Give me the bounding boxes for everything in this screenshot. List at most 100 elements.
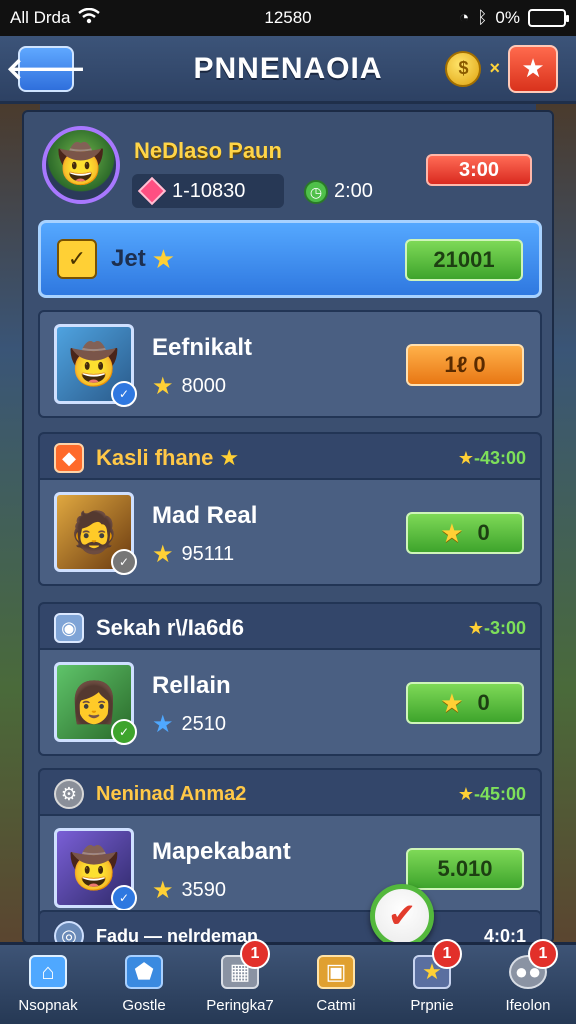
star-icon: ★ xyxy=(152,373,174,400)
main-panel[interactable]: 🤠 NeDlaso Paun 1-10830 ◷ 2:00 3:00 ✓ Jet… xyxy=(22,110,554,944)
gem-counter: 1-10830 xyxy=(132,174,284,208)
compass-icon: ◎ xyxy=(54,921,84,942)
profile-header: 🤠 NeDlaso Paun 1-10830 ◷ 2:00 3:00 xyxy=(38,122,542,217)
favorite-button[interactable]: ★ xyxy=(508,44,558,93)
jet-value-button[interactable]: 21001 xyxy=(405,239,523,281)
nav-item-gostle[interactable]: ⬟ Gostle xyxy=(96,945,192,1024)
back-button[interactable]: 🡐 xyxy=(6,45,86,92)
shield-icon: ◆ xyxy=(54,443,84,473)
level-badge: ✓ xyxy=(111,885,137,911)
timer-badge[interactable]: 3:00 xyxy=(426,154,532,186)
star-icon: ★ xyxy=(521,53,545,83)
section-label: Neninad Anma2 xyxy=(96,782,247,805)
notification-badge: 1 xyxy=(432,939,462,969)
nav-label: Catmi xyxy=(316,997,356,1014)
clock-icon: ◷ xyxy=(304,180,328,204)
bluetooth-icon: ᛒ xyxy=(477,8,488,27)
star-icon: ★ xyxy=(151,243,175,274)
bottom-nav: ⌂ Nsopnak ⬟ Gostle ▦ Peringka7 1 ▣ Catmi… xyxy=(0,939,576,1024)
star-icon: ★ xyxy=(440,687,464,718)
card-action-button[interactable]: 5.010 xyxy=(406,848,524,890)
player-card-1[interactable]: 🤠 ✓ Eefnikalt ★ 8000 1ℓ 0 xyxy=(38,310,542,418)
section-timer-value: -43:00 xyxy=(473,447,526,468)
player-score: ★ 2510 xyxy=(152,710,226,739)
score-value: 95111 xyxy=(181,543,235,565)
star-icon: ★ xyxy=(457,783,474,804)
player-card-4[interactable]: 🤠 ✓ Mapekabant ★ 3590 5.010 xyxy=(38,814,542,922)
nav-item-prpnie[interactable]: ★ Prpnie 1 xyxy=(384,939,480,1024)
player-score: ★ 3590 xyxy=(152,876,226,905)
player-card-3[interactable]: 👩 ✓ Rellain ★ 2510 ★ 0 xyxy=(38,648,542,756)
nav-label: Nsopnak xyxy=(18,997,78,1014)
card-action-button[interactable]: ★ 0 xyxy=(406,682,524,724)
level-badge: ✓ xyxy=(111,719,137,745)
nav-item-ifeolon[interactable]: ●● Ifeolon 1 xyxy=(480,939,576,1024)
alarm-icon: ◔ xyxy=(458,8,470,27)
page-title: PNNENAOIA xyxy=(193,51,383,85)
jet-row[interactable]: ✓ Jet ★ 21001 xyxy=(38,220,542,298)
section-header-3[interactable]: ⚙ Neninad Anma2 ★-45:00 xyxy=(38,768,542,820)
card-action-button[interactable]: 1ℓ 0 xyxy=(406,344,524,386)
player-score: ★ 8000 xyxy=(152,372,226,401)
star-icon: ★ xyxy=(152,711,174,738)
confirm-button[interactable]: ✔ xyxy=(370,884,434,948)
card-action-button[interactable]: ★ 0 xyxy=(406,512,524,554)
gem-icon xyxy=(137,176,167,206)
section-timer-value: -45:00 xyxy=(473,783,526,804)
home-icon: ⌂ xyxy=(29,955,67,989)
clock: 12580 xyxy=(264,8,312,27)
nav-item-catmi[interactable]: ▣ Catmi xyxy=(288,945,384,1024)
nav-label: Prpnie xyxy=(410,997,454,1014)
level-badge: ✓ xyxy=(111,381,137,407)
battery-icon xyxy=(528,9,569,27)
player-portrait: 🧔 ✓ xyxy=(54,492,137,575)
button-value: 0 xyxy=(477,690,490,715)
notification-badge: 1 xyxy=(528,939,558,969)
player-card-2[interactable]: 🧔 ✓ Mad Real ★ 95111 ★ 0 xyxy=(38,478,542,586)
player-name: Mad Real xyxy=(152,502,258,529)
status-bar: All Drda 12580 ◔ ᛒ 0% xyxy=(0,0,576,36)
profile-name: NeDlaso Paun xyxy=(134,138,282,163)
jet-label: Jet xyxy=(111,245,146,272)
star-icon: ★ xyxy=(219,445,240,470)
nav-label: Peringka7 xyxy=(206,997,274,1014)
notification-badge: 1 xyxy=(240,939,270,969)
level-badge: ✓ xyxy=(111,549,137,575)
avatar[interactable]: 🤠 xyxy=(42,126,120,204)
arrow-left-icon: 🡐 xyxy=(5,52,87,86)
wifi-icon xyxy=(78,7,101,29)
star-icon: ★ xyxy=(152,877,174,904)
section-label: Kasli fhane xyxy=(96,445,214,470)
gem-value: 1-10830 xyxy=(172,179,246,202)
gear-icon: ⚙ xyxy=(54,779,84,809)
button-value: 0 xyxy=(477,520,490,545)
nav-item-home[interactable]: ⌂ Nsopnak xyxy=(0,945,96,1024)
star-icon: ★ xyxy=(152,541,174,568)
score-value: 3590 xyxy=(181,879,227,901)
player-score: ★ 95111 xyxy=(152,540,234,569)
score-value: 8000 xyxy=(181,375,227,397)
check-box-icon: ✓ xyxy=(57,239,97,279)
section-header-1[interactable]: ◆ Kasli fhane ★ ★-43:00 xyxy=(38,432,542,484)
star-icon: ★ xyxy=(440,517,464,548)
multiplier-label: × xyxy=(489,58,500,78)
star-icon: ★ xyxy=(457,447,474,468)
section-timer: ★-45:00 xyxy=(458,784,526,805)
player-portrait: 🤠 ✓ xyxy=(54,828,137,911)
time-value: 2:00 xyxy=(334,180,373,202)
star-icon: ★ xyxy=(467,617,484,638)
checkmark-icon: ✔ xyxy=(387,897,417,935)
section-timer-value: -3:00 xyxy=(483,617,526,638)
top-header: 🡐 PNNENAOIA $ × ★ xyxy=(0,36,576,104)
nav-label: Ifeolon xyxy=(505,997,551,1014)
nav-label: Gostle xyxy=(122,997,166,1014)
player-name: Eefnikalt xyxy=(152,334,253,361)
player-name: Mapekabant xyxy=(152,838,291,865)
coin-icon[interactable]: $ xyxy=(445,50,482,87)
section-header-2[interactable]: ◉ Sekah r\/Ia6d6 ★-3:00 xyxy=(38,602,542,654)
section-header-4[interactable]: ◎ Fadu — nelrdeman 4:0:1 xyxy=(38,910,542,942)
badge-icon: ◉ xyxy=(54,613,84,643)
section-timer: ★-3:00 xyxy=(468,618,526,639)
nav-item-ranking[interactable]: ▦ Peringka7 1 xyxy=(192,939,288,1024)
score-value: 2510 xyxy=(181,713,227,735)
